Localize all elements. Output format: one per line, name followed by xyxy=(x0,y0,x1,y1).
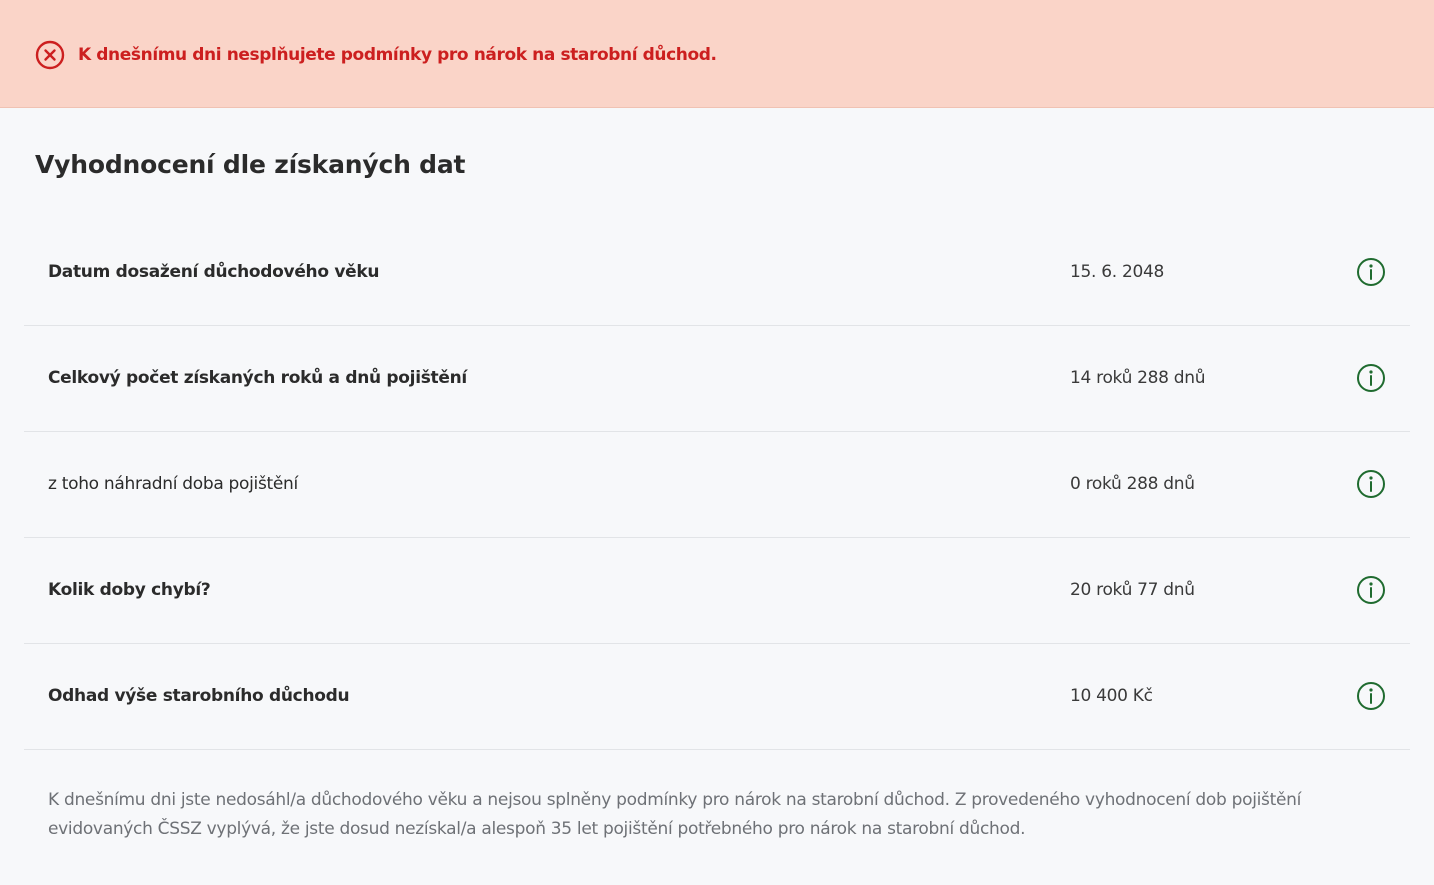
alert-message: K dnešnímu dni nesplňujete podmínky pro … xyxy=(78,45,717,65)
row-value: 20 roků 77 dnů xyxy=(1070,580,1195,600)
section-title: Vyhodnocení dle získaných dat xyxy=(35,150,466,179)
evaluation-list: Datum dosažení důchodového věku 15. 6. 2… xyxy=(24,220,1410,750)
row-label: Celkový počet získaných roků a dnů pojiš… xyxy=(48,368,467,388)
row-value: 15. 6. 2048 xyxy=(1070,262,1165,282)
info-icon[interactable] xyxy=(1356,257,1386,287)
row-value: 0 roků 288 dnů xyxy=(1070,474,1195,494)
row-missing-period: Kolik doby chybí? 20 roků 77 dnů xyxy=(24,538,1410,644)
row-label: Kolik doby chybí? xyxy=(48,580,211,600)
row-label: Datum dosažení důchodového věku xyxy=(48,262,380,282)
row-retirement-age-date: Datum dosažení důchodového věku 15. 6. 2… xyxy=(24,220,1410,326)
row-value: 14 roků 288 dnů xyxy=(1070,368,1206,388)
error-alert-banner: K dnešnímu dni nesplňujete podmínky pro … xyxy=(0,0,1434,108)
info-icon[interactable] xyxy=(1356,575,1386,605)
info-icon[interactable] xyxy=(1356,469,1386,499)
row-pension-estimate: Odhad výše starobního důchodu 10 400 Kč xyxy=(24,644,1410,750)
explanation-text: K dnešnímu dni jste nedosáhl/a důchodové… xyxy=(48,790,1302,839)
row-substitute-insurance: z toho náhradní doba pojištění 0 roků 28… xyxy=(24,432,1410,538)
info-icon[interactable] xyxy=(1356,363,1386,393)
info-icon[interactable] xyxy=(1356,681,1386,711)
error-circle-x-icon xyxy=(35,40,65,70)
row-label: Odhad výše starobního důchodu xyxy=(48,686,350,706)
row-label: z toho náhradní doba pojištění xyxy=(48,474,298,494)
row-value: 10 400 Kč xyxy=(1070,686,1153,706)
row-total-insurance: Celkový počet získaných roků a dnů pojiš… xyxy=(24,326,1410,432)
